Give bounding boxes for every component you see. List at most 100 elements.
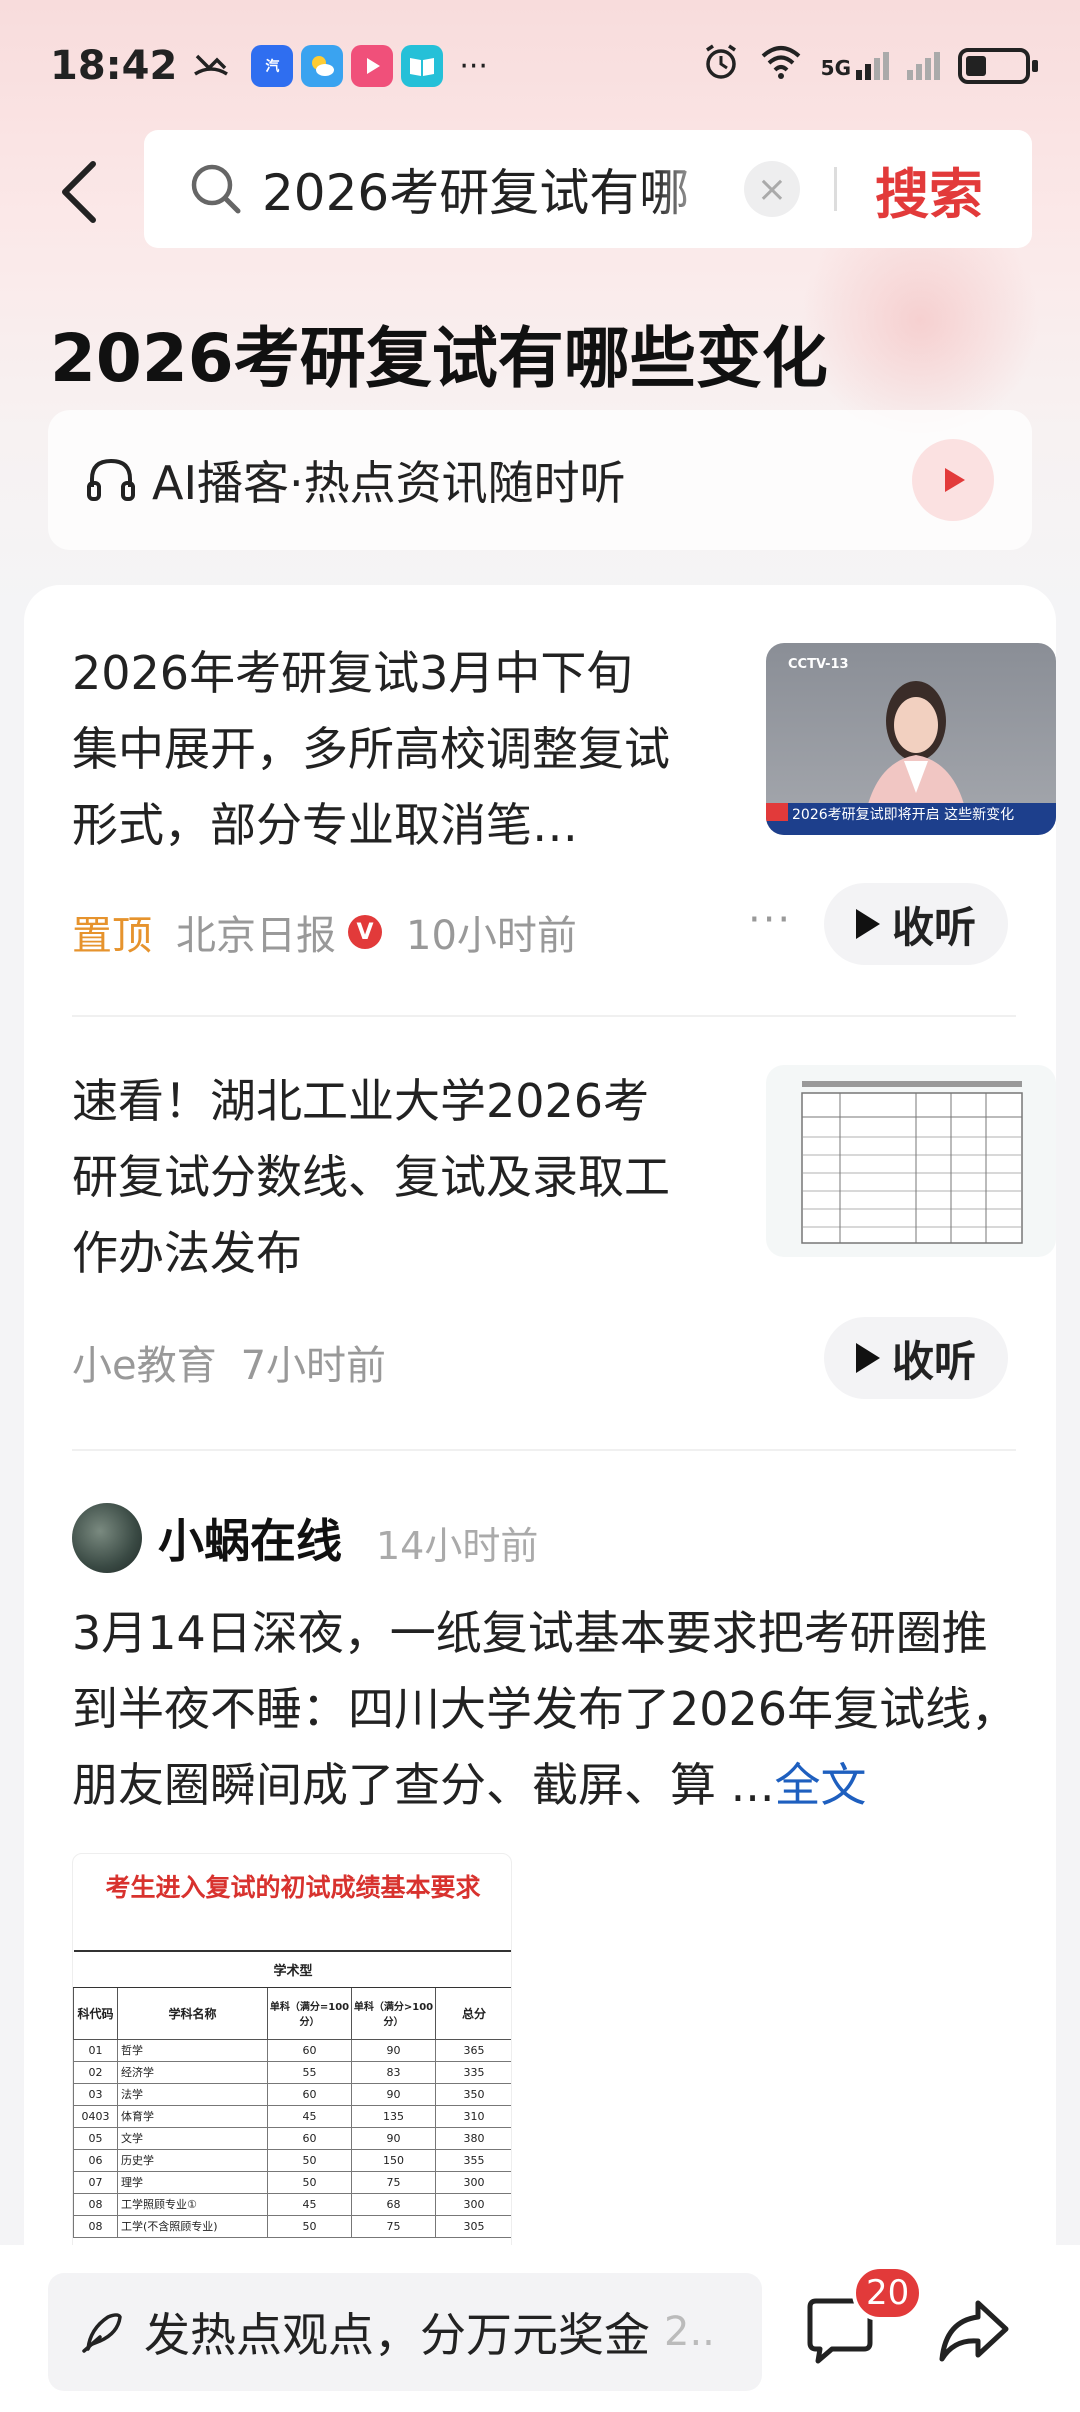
table-row: 01 哲学 60 90 365 [73, 2038, 511, 2062]
search-input[interactable]: 2026考研复试有哪 [262, 153, 722, 225]
ai-podcast-card[interactable]: AI播客·热点资讯随时听 [48, 410, 1032, 550]
news-time: 7小时前 [240, 1343, 387, 1389]
table-cell: 310 [435, 2104, 511, 2128]
listen-label: 收听 [891, 1336, 976, 1386]
back-arrow-icon [62, 161, 96, 223]
table-cell: 体育学 [117, 2104, 268, 2128]
table-header: 学科名称 [117, 1986, 268, 2040]
network-type: 5G [820, 56, 851, 80]
author-name[interactable]: 小蜗在线 [158, 1505, 342, 1571]
table-cell: 90 [351, 2082, 436, 2106]
table-cell: 380 [435, 2126, 511, 2150]
post-image[interactable]: 考生进入复试的初试成绩基本要求 学术型 科代码 学科名称 单科（满分=100分）… [72, 1853, 512, 2285]
table-cell: 08 [73, 2192, 118, 2216]
table-cell: 300 [435, 2170, 511, 2194]
table-cell: 哲学 [117, 2038, 268, 2062]
table-cell: 01 [73, 2038, 118, 2062]
news-source[interactable]: 北京日报 [176, 903, 336, 961]
back-button[interactable] [44, 152, 114, 232]
app-icon-weather [301, 45, 344, 87]
podcast-play-button[interactable] [912, 439, 994, 521]
table-cell: 45 [267, 2104, 352, 2128]
listen-button[interactable]: 收听 [824, 883, 1008, 965]
table-header: 单科（满分=100分） [267, 1986, 352, 2040]
status-time: 18:42 [50, 43, 178, 89]
news-item[interactable]: 2026年考研复试3月中下旬集中展开，多所高校调整复试形式，部分专业取消笔… C… [72, 635, 1056, 852]
table-cell: 60 [267, 2126, 352, 2150]
table-header: 总分 [435, 1986, 511, 2040]
news-title[interactable]: 速看！湖北工业大学2026考研复试分数线、复试及录取工作办法发布 [72, 1063, 672, 1291]
author-avatar[interactable] [72, 1503, 142, 1573]
table-cell: 350 [435, 2082, 511, 2106]
pinned-label: 置顶 [72, 913, 152, 959]
table-cell: 135 [351, 2104, 436, 2128]
comment-input[interactable]: 发热点观点，分万元奖金 2.. [48, 2273, 762, 2391]
status-bar: 18:42 汽 ··· 5G [0, 0, 1080, 132]
more-options-button[interactable]: ··· [748, 897, 792, 943]
table-cell: 03 [73, 2082, 118, 2106]
news-thumbnail[interactable]: CCTV-13 2026考研复试即将开启 这些新变化 [766, 643, 1056, 835]
clear-search-button[interactable]: × [744, 161, 800, 217]
table-row: 02 经济学 55 83 335 [73, 2060, 511, 2084]
bottom-action-bar: 发热点观点，分万元奖金 2.. 20 [0, 2245, 1080, 2412]
signal-sim2-icon [907, 52, 940, 80]
news-item[interactable]: 速看！湖北工业大学2026考研复试分数线、复试及录取工作办法发布 [72, 1063, 1056, 1283]
comment-placeholder: 发热点观点，分万元奖金 [144, 2308, 650, 2362]
share-button[interactable] [934, 2293, 1014, 2369]
table-cell: 05 [73, 2126, 118, 2150]
results-card: 2026年考研复试3月中下旬集中展开，多所高校调整复试形式，部分专业取消笔… C… [24, 585, 1056, 2285]
table-cell: 75 [351, 2214, 436, 2238]
table-cell: 90 [351, 2126, 436, 2150]
post-text[interactable]: 3月14日深夜，一纸复试基本要求把考研圈推到半夜不睡：四川大学发布了2026年复… [72, 1595, 1022, 1823]
search-button[interactable]: 搜索 [875, 150, 983, 229]
table-row: 0403 体育学 45 135 310 [73, 2104, 511, 2128]
table-header: 单科（满分>100分） [351, 1986, 436, 2040]
table-cell: 50 [267, 2170, 352, 2194]
signal-5g-icon: 5G [821, 52, 889, 80]
post-time: 14小时前 [376, 1524, 539, 1568]
comment-count-badge: 20 [852, 2265, 924, 2321]
news-source[interactable]: 小e教育 [72, 1333, 217, 1391]
table-cell: 355 [435, 2148, 511, 2172]
table-cell: 300 [435, 2192, 511, 2216]
page-title: 2026考研复试有哪些变化 [50, 320, 828, 397]
post-body: 3月14日深夜，一纸复试基本要求把考研圈推到半夜不睡：四川大学发布了2026年复… [72, 1606, 1018, 1812]
image-heading: 考生进入复试的初试成绩基本要求 [105, 1873, 481, 1902]
news-title[interactable]: 2026年考研复试3月中下旬集中展开，多所高校调整复试形式，部分专业取消笔… [72, 635, 672, 863]
table-cell: 经济学 [117, 2060, 268, 2084]
table-row: 08 工学照顾专业① 45 68 300 [73, 2192, 511, 2216]
table-row: 07 理学 50 75 300 [73, 2170, 511, 2194]
table-row: 06 历史学 50 150 355 [73, 2148, 511, 2172]
news-thumbnail[interactable] [766, 1065, 1056, 1257]
table-cell: 150 [351, 2148, 436, 2172]
app-icon-book [401, 45, 444, 87]
search-icon [186, 159, 246, 219]
table-cell: 50 [267, 2148, 352, 2172]
table-header: 科代码 [73, 1986, 118, 2040]
table-row: 03 法学 60 90 350 [73, 2082, 511, 2106]
search-bar[interactable]: 2026考研复试有哪 × 搜索 [144, 130, 1032, 248]
table-cell: 08 [73, 2214, 118, 2238]
table-cell: 83 [351, 2060, 436, 2084]
listen-button[interactable]: 收听 [824, 1317, 1008, 1399]
thumb-logo: CCTV-13 [788, 657, 849, 672]
app-icon-car: 汽 [251, 45, 294, 87]
notification-icons: 汽 ··· [251, 45, 488, 87]
table-row: 05 文学 60 90 380 [73, 2126, 511, 2150]
table-title: 学术型 [73, 1950, 511, 1988]
divider [72, 1449, 1016, 1451]
app-icon-video [351, 45, 394, 87]
podcast-label: AI播客·热点资讯随时听 [152, 456, 626, 510]
pen-icon [78, 2307, 128, 2357]
alarm-icon [701, 42, 741, 90]
table-cell: 法学 [117, 2082, 268, 2106]
news-meta: 置顶 北京日报 V 10小时前 [72, 903, 577, 961]
missed-call-icon [191, 44, 231, 88]
table-cell: 60 [267, 2038, 352, 2062]
table-cell: 75 [351, 2170, 436, 2194]
thumb-caption: 2026考研复试即将开启 这些新变化 [792, 807, 1015, 823]
play-icon [855, 909, 880, 939]
table-cell: 335 [435, 2060, 511, 2084]
table-cell: 07 [73, 2170, 118, 2194]
full-text-link[interactable]: 全文 [775, 1758, 867, 1812]
